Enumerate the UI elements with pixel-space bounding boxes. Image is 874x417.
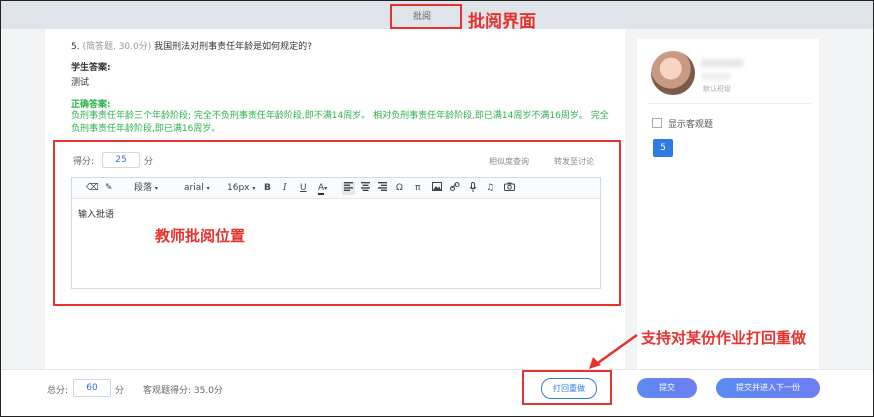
student-name-blurred [701,59,743,67]
forward-to-discussion-link[interactable]: 转发至讨论 [554,156,594,167]
show-objective-label: 显示客观题 [668,120,714,130]
paragraph-select[interactable]: 段落 ▾ [134,182,158,195]
student-avatar [651,51,695,95]
student-answer: 测试 [71,78,90,88]
font-select-label: arial [184,183,204,193]
font-select[interactable]: arial ▾ [184,182,210,195]
font-color-button[interactable]: A▾ [318,182,327,195]
submit-button[interactable]: 提交 [637,378,697,398]
pi-formula-button[interactable]: π [415,182,420,194]
bold-button[interactable]: B [264,182,271,194]
format-brush-icon[interactable]: ✎ [105,182,113,194]
correct-answer-label: 正确答案: [71,100,111,110]
editor-toolbar: ⌫ ✎ 段落 ▾ arial ▾ 16px ▾ B I U A▾ Ω π ♫ [72,178,600,199]
total-score-label: 总分: [47,386,69,396]
chevron-down-icon: ▾ [324,185,328,192]
student-answer-label: 学生答案: [71,63,111,73]
show-objective-checkbox[interactable] [652,118,662,128]
score-label: 得分: [73,157,95,167]
chevron-down-icon: ▾ [252,185,256,192]
total-score-unit: 分 [115,386,125,396]
paragraph-select-label: 段落 [134,183,153,193]
camera-icon[interactable] [504,182,515,195]
image-svg [432,182,442,191]
align-center-svg [361,182,370,191]
correct-answer: 负刑事责任年龄三个年龄阶段; 完全不负刑事责任年龄阶段,即不满14周岁。 相对负… [71,111,609,134]
link-svg [450,182,460,191]
camera-svg [504,182,515,191]
chevron-down-icon: ▾ [154,185,158,192]
question-meta: (简答题, 30.0分) [82,42,152,52]
font-size-label: 16px [227,183,250,193]
student-class: 默认班级 [703,85,731,93]
question-nav-item[interactable]: 5 [653,139,673,157]
student-id-blurred [701,73,731,80]
image-icon[interactable] [432,182,442,195]
eraser-icon[interactable]: ⌫ [86,182,99,194]
font-size-select[interactable]: 16px ▾ [227,182,255,195]
annotation-arrow [589,333,638,369]
align-left-icon[interactable] [342,182,355,195]
microphone-icon[interactable] [469,182,477,196]
question-number: 5. [71,42,80,52]
submit-next-button[interactable]: 提交并进入下一份 [716,378,820,398]
omega-symbol-button[interactable]: Ω [396,182,403,194]
annotation-teacher-review-position: 教师批阅位置 [155,227,246,245]
app-frame: 批阅 批阅界面 5. (简答题, 30.0分) 我国刑法对刑事责任年龄是如何规定… [0,0,874,417]
sidebar-divider [647,103,811,104]
question-header: 5. (简答题, 30.0分) 我国刑法对刑事责任年龄是如何规定的? [71,39,312,52]
comment-placeholder: 输入批语 [78,210,115,220]
align-right-icon[interactable] [378,182,387,195]
align-center-icon[interactable] [361,182,370,195]
comment-editor[interactable]: ⌫ ✎ 段落 ▾ arial ▾ 16px ▾ B I U A▾ Ω π ♫ 输… [71,177,601,289]
italic-button[interactable]: I [283,182,287,194]
score-unit: 分 [144,157,154,167]
annotation-box-title [390,4,462,29]
microphone-svg [469,182,477,192]
question-text: 我国刑法对刑事责任年龄是如何规定的? [154,42,312,52]
music-icon[interactable]: ♫ [486,182,494,194]
link-icon[interactable] [450,182,460,195]
similarity-query-link[interactable]: 相似度查询 [489,156,529,167]
underline-button[interactable]: U [300,182,307,194]
align-left-svg [344,182,353,191]
align-right-svg [378,182,387,191]
total-score-input[interactable]: 60 [73,379,111,397]
return-redo-button[interactable]: 打回重做 [541,378,597,399]
annotation-return-redo: 支持对某份作业打回重做 [641,329,807,347]
objective-score: 客观题得分: 35.0分 [143,386,223,396]
score-input[interactable]: 25 [102,152,140,168]
chevron-down-icon: ▾ [206,185,210,192]
